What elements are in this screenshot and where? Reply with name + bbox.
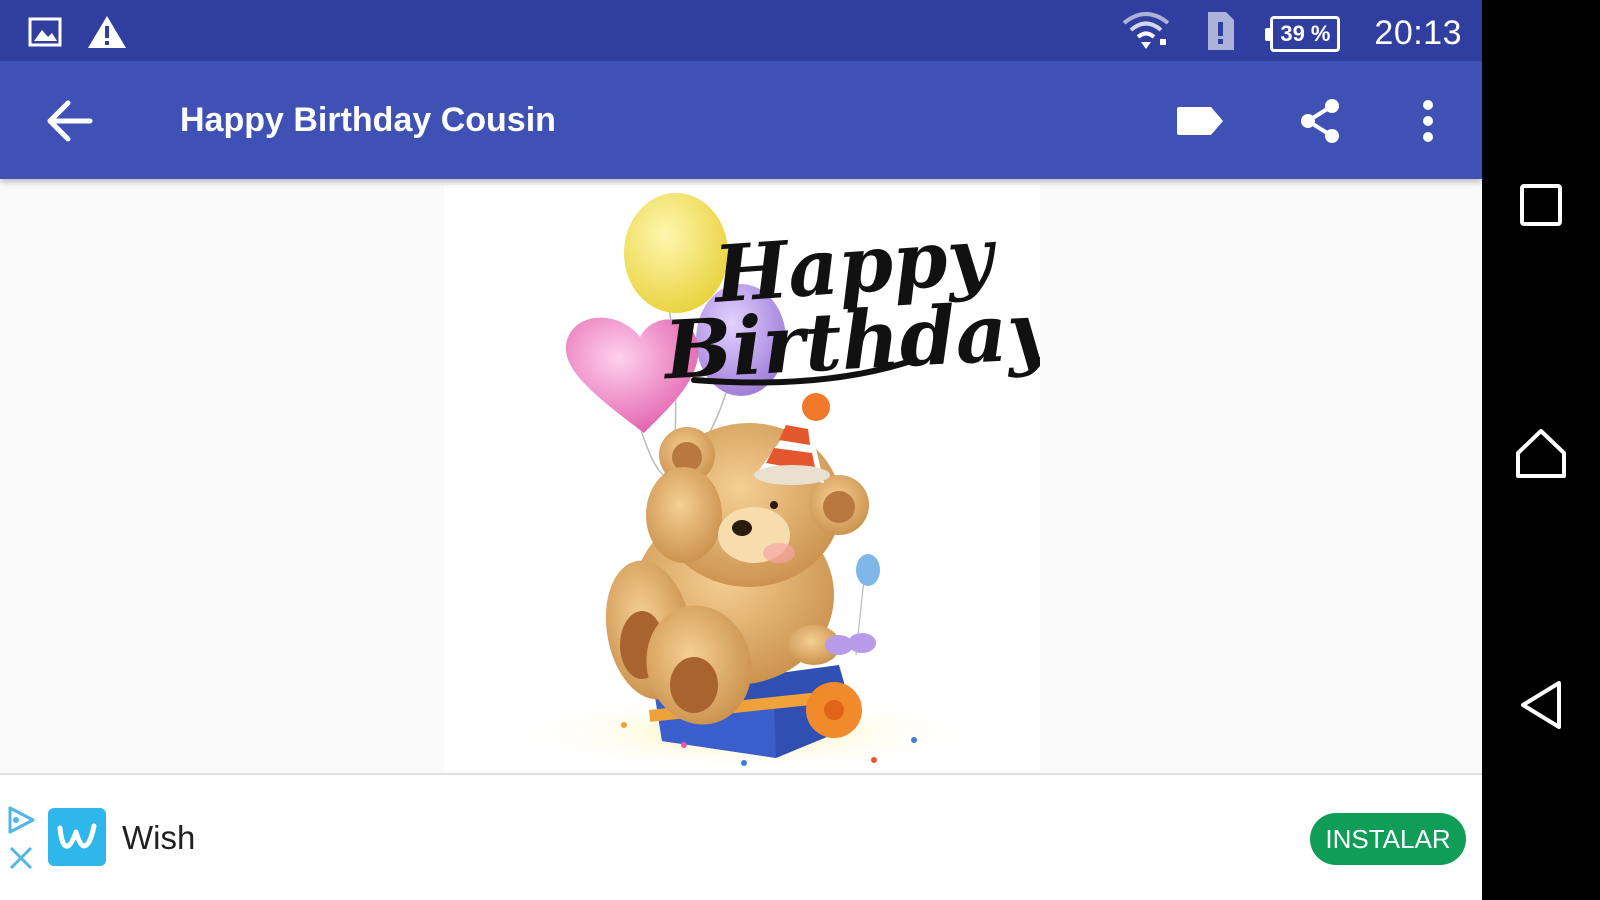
ad-choices-icon[interactable] <box>6 805 36 835</box>
status-bar: 39 % 20:13 <box>0 0 1482 61</box>
wish-logo-icon[interactable] <box>48 808 106 866</box>
back-arrow-icon[interactable] <box>44 99 96 143</box>
home-icon[interactable] <box>1506 418 1576 488</box>
battery-percent: 39 % <box>1280 20 1331 46</box>
share-icon[interactable] <box>1292 97 1348 145</box>
warning-icon <box>86 14 128 55</box>
content-area: Happy Birthday <box>0 179 1482 773</box>
ad-app-name[interactable]: Wish <box>122 819 195 857</box>
page-title: Happy Birthday Cousin <box>180 101 556 139</box>
system-nav-bar <box>1482 0 1600 900</box>
app-bar: Happy Birthday Cousin <box>0 61 1482 179</box>
install-button[interactable]: INSTALAR <box>1310 813 1466 865</box>
battery-indicator: 39 % <box>1265 15 1341 52</box>
ad-banner: Wish INSTALAR <box>0 775 1482 900</box>
recents-icon[interactable] <box>1506 170 1576 240</box>
back-triangle-icon[interactable] <box>1506 670 1576 740</box>
ad-close-icon[interactable] <box>8 845 34 871</box>
birthday-card-image: Happy Birthday <box>444 185 1062 771</box>
wifi-icon <box>1122 11 1170 56</box>
image-icon <box>28 16 62 53</box>
label-tag-icon[interactable] <box>1172 97 1228 145</box>
overflow-menu-icon[interactable] <box>1398 97 1458 145</box>
clock: 20:13 <box>1374 14 1462 52</box>
sim-alert-icon <box>1204 10 1236 57</box>
app-screen: 39 % 20:13 Happy Birthday Cousin Happy B… <box>0 0 1482 900</box>
